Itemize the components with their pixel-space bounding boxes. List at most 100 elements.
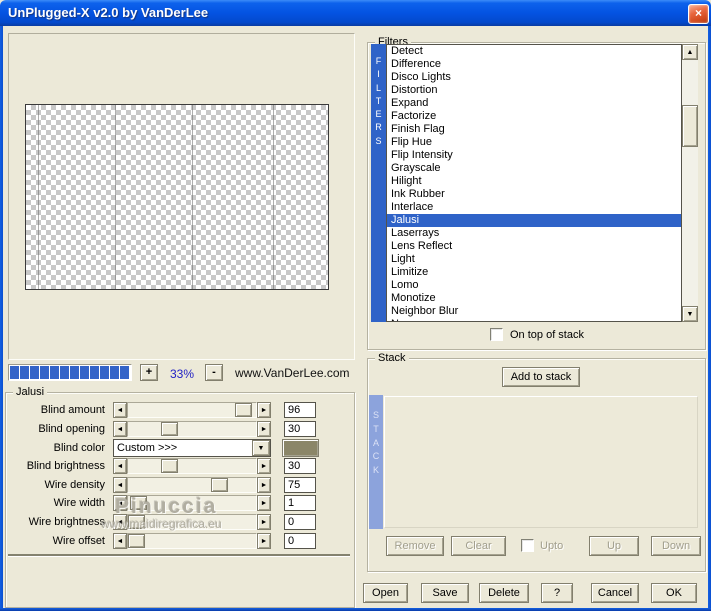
value-input[interactable]: 1 <box>284 495 316 512</box>
filter-list[interactable]: Detect Difference Disco Lights Distortion Ex… <box>386 44 682 322</box>
scrollbar-thumb[interactable] <box>682 105 698 147</box>
slider-track[interactable] <box>127 458 257 475</box>
filter-item[interactable]: Factorize <box>387 110 681 123</box>
remove-button[interactable]: Remove <box>386 536 444 556</box>
slider-track[interactable] <box>127 513 257 530</box>
scroll-up-icon[interactable]: ▲ <box>682 44 698 60</box>
filter-item[interactable]: Expand <box>387 97 681 110</box>
delete-button[interactable]: Delete <box>479 583 529 603</box>
slider-left-arrow-icon[interactable]: ◄ <box>113 402 127 418</box>
value-input[interactable]: 0 <box>284 532 316 549</box>
progress-segment <box>50 366 59 379</box>
filter-item[interactable]: Flip Intensity <box>387 149 681 162</box>
value-input[interactable]: 96 <box>284 402 316 418</box>
stack-vertical-tab: STACK <box>369 395 383 529</box>
slider-right-arrow-icon[interactable]: ► <box>257 513 271 530</box>
slider-right-arrow-icon[interactable]: ► <box>257 420 271 437</box>
slider-right-arrow-icon[interactable]: ► <box>257 402 271 418</box>
open-button[interactable]: Open <box>363 583 408 603</box>
slider-left-arrow-icon[interactable]: ◄ <box>113 513 127 530</box>
filter-item[interactable]: Neighbor Blur <box>387 305 681 318</box>
value-input[interactable]: 30 <box>284 420 316 437</box>
wire-line <box>192 105 193 289</box>
filter-item[interactable]: Lomo <box>387 279 681 292</box>
add-to-stack-button[interactable]: Add to stack <box>502 367 580 387</box>
progress-segment <box>30 366 39 379</box>
filter-item[interactable]: Jalusi <box>387 214 681 227</box>
filter-list-scrollbar[interactable]: ▲ ▼ <box>682 44 698 322</box>
param-row-blind-amount: Blind amount ◄ ► 96 <box>9 402 351 418</box>
filter-item[interactable]: Distortion <box>387 84 681 97</box>
slider-right-arrow-icon[interactable]: ► <box>257 532 271 549</box>
on-top-of-stack-checkbox[interactable] <box>490 328 503 341</box>
progress-segment <box>110 366 119 379</box>
slider-track[interactable] <box>127 476 257 493</box>
filter-item[interactable]: Grayscale <box>387 162 681 175</box>
blind-color-swatch[interactable] <box>282 439 319 458</box>
title-bar[interactable]: UnPlugged-X v2.0 by VanDerLee × <box>0 0 711 26</box>
cancel-button[interactable]: Cancel <box>591 583 639 603</box>
slider-thumb[interactable] <box>161 421 178 436</box>
clear-button[interactable]: Clear <box>451 536 506 556</box>
dialog-window: UnPlugged-X v2.0 by VanDerLee × + 33% - … <box>0 0 711 611</box>
blind-color-select[interactable]: Custom >>> ▼ <box>113 439 271 458</box>
filter-item[interactable]: Interlace <box>387 201 681 214</box>
filter-item[interactable]: Flip Hue <box>387 136 681 149</box>
filter-item[interactable]: Light <box>387 253 681 266</box>
param-row-wire-offset: Wire offset ◄ ► 0 <box>9 532 351 549</box>
upto-checkbox[interactable] <box>521 539 534 552</box>
scroll-down-icon[interactable]: ▼ <box>682 306 698 322</box>
up-button[interactable]: Up <box>589 536 639 556</box>
slider-thumb[interactable] <box>128 514 145 529</box>
slider-thumb[interactable] <box>235 403 252 417</box>
slider-track[interactable] <box>127 402 257 418</box>
jalusi-group-label: Jalusi <box>13 386 48 398</box>
param-label: Wire offset <box>52 534 105 547</box>
stack-group-label: Stack <box>375 352 409 364</box>
zoom-out-button[interactable]: - <box>205 364 223 381</box>
filter-item[interactable]: Limitize <box>387 266 681 279</box>
down-button[interactable]: Down <box>651 536 701 556</box>
filter-item[interactable]: Monotize <box>387 292 681 305</box>
slider-thumb[interactable] <box>161 459 178 474</box>
slider-thumb[interactable] <box>211 477 228 492</box>
filter-item[interactable]: Finish Flag <box>387 123 681 136</box>
slider-thumb[interactable] <box>130 496 147 511</box>
filter-item[interactable]: Ink Rubber <box>387 188 681 201</box>
slider-left-arrow-icon[interactable]: ◄ <box>113 458 127 475</box>
filter-item[interactable]: Laserrays <box>387 227 681 240</box>
slider-left-arrow-icon[interactable]: ◄ <box>113 476 127 493</box>
slider-track[interactable] <box>127 532 257 549</box>
filter-item[interactable]: Lens Reflect <box>387 240 681 253</box>
filter-item[interactable]: Difference <box>387 58 681 71</box>
slider-thumb[interactable] <box>128 533 145 548</box>
slider-left-arrow-icon[interactable]: ◄ <box>113 532 127 549</box>
filter-item[interactable]: Detect <box>387 45 681 58</box>
value-input[interactable]: 75 <box>284 476 316 493</box>
slider-track[interactable] <box>127 495 257 512</box>
value-input[interactable]: 30 <box>284 458 316 475</box>
slider-right-arrow-icon[interactable]: ► <box>257 495 271 512</box>
stack-group: Stack Add to stack STACK Remove Clear Up… <box>367 352 706 572</box>
help-button[interactable]: ? <box>541 583 573 603</box>
stack-list[interactable] <box>384 396 698 528</box>
slider-left-arrow-icon[interactable]: ◄ <box>113 420 127 437</box>
value-input[interactable]: 0 <box>284 513 316 530</box>
filter-item[interactable]: Hilight <box>387 175 681 188</box>
slider-right-arrow-icon[interactable]: ► <box>257 476 271 493</box>
save-button[interactable]: Save <box>421 583 469 603</box>
filter-item[interactable]: Disco Lights <box>387 71 681 84</box>
close-button[interactable]: × <box>688 4 709 24</box>
slider-right-arrow-icon[interactable]: ► <box>257 458 271 475</box>
ok-button[interactable]: OK <box>651 583 697 603</box>
blind-color-value: Custom >>> <box>117 442 178 455</box>
param-row-wire-density: Wire density ◄ ► 75 <box>9 476 351 493</box>
slider-left-arrow-icon[interactable]: ◄ <box>113 495 127 512</box>
param-row-wire-width: Wire width ◄ ► 1 <box>9 495 351 512</box>
slider-track[interactable] <box>127 420 257 437</box>
progress-segment <box>20 366 29 379</box>
filter-item[interactable]: Neon <box>387 318 681 321</box>
zoom-in-button[interactable]: + <box>140 364 158 381</box>
wire-line <box>115 105 116 289</box>
chevron-down-icon[interactable]: ▼ <box>252 440 270 457</box>
